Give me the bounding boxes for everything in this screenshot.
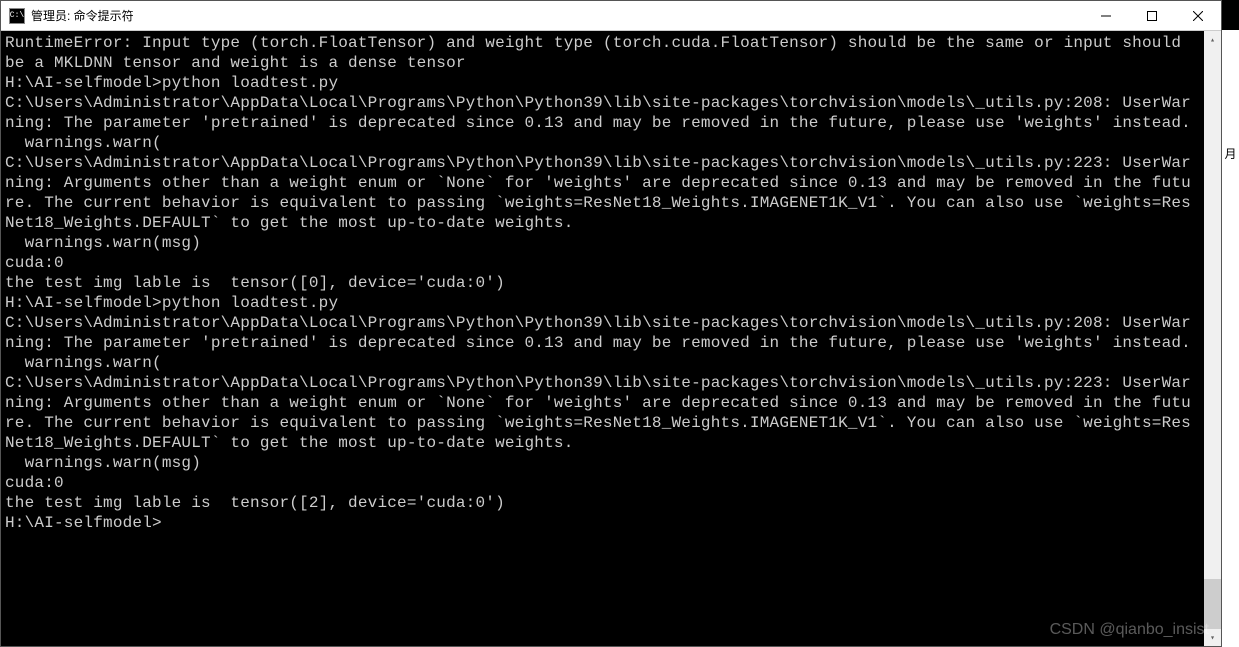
terminal-line: cuda:0 (5, 253, 1200, 273)
terminal-line: cuda:0 (5, 473, 1200, 493)
window-title: 管理员: 命令提示符 (31, 7, 1083, 24)
minimize-icon (1101, 11, 1111, 21)
terminal-line: warnings.warn( (5, 133, 1200, 153)
command-prompt-window: C:\ 管理员: 命令提示符 RuntimeError: Input type … (0, 0, 1222, 647)
terminal-line: RuntimeError: Input type (torch.FloatTen… (5, 33, 1200, 73)
terminal-output[interactable]: RuntimeError: Input type (torch.FloatTen… (1, 31, 1204, 646)
terminal-line: warnings.warn( (5, 353, 1200, 373)
close-icon (1193, 11, 1203, 21)
terminal-line: C:\Users\Administrator\AppData\Local\Pro… (5, 93, 1200, 133)
scroll-thumb[interactable] (1204, 579, 1221, 629)
maximize-icon (1147, 11, 1157, 21)
terminal-line: C:\Users\Administrator\AppData\Local\Pro… (5, 373, 1200, 453)
vertical-scrollbar[interactable]: ▴ ▾ (1204, 31, 1221, 646)
titlebar[interactable]: C:\ 管理员: 命令提示符 (1, 1, 1221, 31)
scroll-track[interactable] (1204, 48, 1221, 629)
terminal-line: the test img lable is tensor([0], device… (5, 273, 1200, 293)
terminal-line: C:\Users\Administrator\AppData\Local\Pro… (5, 313, 1200, 353)
terminal-line: H:\AI-selfmodel> (5, 513, 1200, 533)
maximize-button[interactable] (1129, 1, 1175, 30)
terminal-area: RuntimeError: Input type (torch.FloatTen… (1, 31, 1221, 646)
close-button[interactable] (1175, 1, 1221, 30)
minimize-button[interactable] (1083, 1, 1129, 30)
app-icon: C:\ (9, 8, 25, 24)
window-controls (1083, 1, 1221, 30)
terminal-line: warnings.warn(msg) (5, 453, 1200, 473)
app-icon-text: C:\ (10, 11, 24, 20)
terminal-line: H:\AI-selfmodel>python loadtest.py (5, 73, 1200, 93)
background-edge: 月 (1222, 30, 1239, 647)
terminal-line: warnings.warn(msg) (5, 233, 1200, 253)
scroll-down-button[interactable]: ▾ (1204, 629, 1221, 646)
terminal-line: C:\Users\Administrator\AppData\Local\Pro… (5, 153, 1200, 233)
scroll-up-button[interactable]: ▴ (1204, 31, 1221, 48)
background-char: 月 (1222, 30, 1239, 162)
terminal-line: the test img lable is tensor([2], device… (5, 493, 1200, 513)
terminal-line: H:\AI-selfmodel>python loadtest.py (5, 293, 1200, 313)
